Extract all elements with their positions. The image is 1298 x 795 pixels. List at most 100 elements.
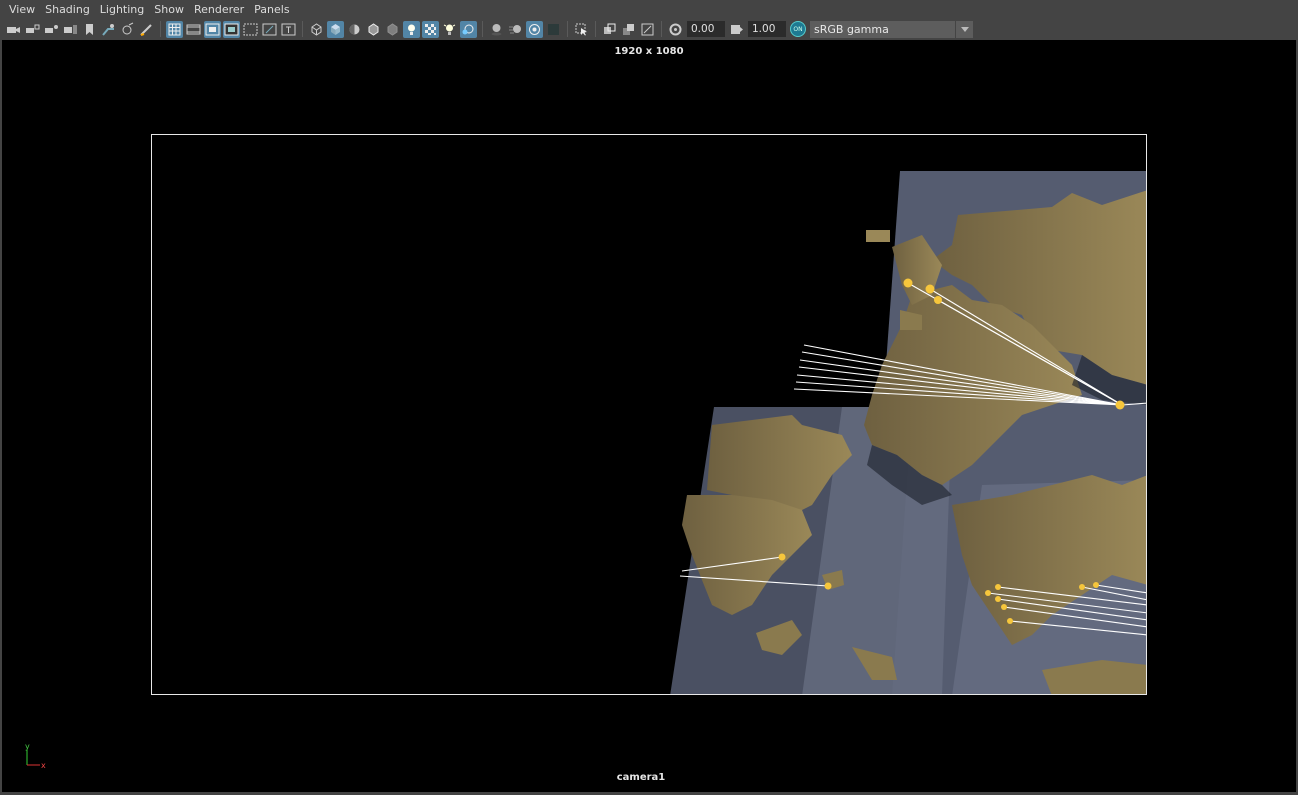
safe-title-icon [281, 23, 296, 35]
wireframe-on-shaded-button[interactable] [365, 21, 382, 38]
city-marker [1093, 582, 1099, 588]
display-layer-button[interactable] [620, 21, 637, 38]
textured-button[interactable] [422, 20, 439, 38]
shadows-button[interactable] [441, 21, 458, 38]
exposure-reset-button[interactable] [667, 21, 684, 38]
field-chart-toggle[interactable] [242, 21, 259, 38]
gate-mask-icon [224, 23, 239, 35]
toolbar-separator [661, 21, 662, 37]
camera-lock-icon [26, 24, 40, 33]
gamma-reset-button[interactable] [728, 21, 745, 38]
menu-lighting[interactable]: Lighting [95, 0, 149, 19]
scene-world-map[interactable] [152, 135, 1147, 695]
resolution-label: 1920 x 1080 [614, 46, 684, 57]
camera-attributes-button[interactable] [43, 21, 60, 38]
lights-icon [408, 24, 415, 35]
select-arrow-icon [575, 23, 587, 35]
resolution-gate-toggle[interactable] [204, 20, 221, 38]
checker-icon [425, 23, 436, 35]
menu-show[interactable]: Show [149, 0, 189, 19]
city-marker [778, 553, 786, 561]
camera-icon [7, 26, 20, 33]
city-marker [934, 296, 942, 304]
ambient-occlusion-button[interactable] [488, 21, 505, 38]
2d-pan-zoom-button[interactable] [100, 21, 117, 38]
safe-title-toggle[interactable] [280, 21, 297, 38]
bookmark-icon [86, 23, 93, 35]
aperture-icon [669, 23, 682, 35]
gamma-field[interactable]: 1.00 [748, 21, 786, 37]
safe-action-icon [262, 23, 277, 35]
default-material-icon [349, 24, 360, 34]
lock-camera-button[interactable] [24, 21, 41, 38]
pencil-icon [140, 23, 152, 36]
pan-zoom-icon [102, 23, 114, 36]
field-chart-icon [243, 23, 258, 35]
camera-name-label: camera1 [616, 772, 666, 783]
camera-attributes-icon [45, 24, 58, 33]
frame-selection-button[interactable] [639, 21, 656, 38]
default-material-button[interactable] [346, 21, 363, 38]
exposure-field[interactable]: 0.00 [687, 21, 725, 37]
xray-icon [387, 22, 398, 36]
city-marker [995, 596, 1001, 602]
panel-menubar: View Shading Lighting Show Renderer Pane… [0, 0, 1298, 19]
select-camera-button[interactable] [5, 21, 22, 38]
panel-toolbar: 0.00 1.00 ON sRGB gamma [0, 19, 1298, 39]
city-marker [903, 278, 913, 288]
menu-view[interactable]: View [4, 0, 40, 19]
hud-button[interactable] [573, 21, 590, 38]
pencil-button[interactable] [138, 21, 155, 38]
image-plane-button[interactable] [62, 21, 79, 38]
layers-icon [623, 23, 634, 35]
chevron-down-icon[interactable] [955, 20, 973, 38]
isolate-select-button[interactable] [460, 20, 477, 38]
menu-renderer[interactable]: Renderer [189, 0, 249, 19]
color-management-toggle[interactable]: ON [790, 21, 806, 37]
grease-pencil-button[interactable] [119, 21, 136, 38]
menu-shading[interactable]: Shading [40, 0, 95, 19]
film-gate-toggle[interactable] [185, 21, 202, 38]
view-transform-value: sRGB gamma [814, 22, 889, 36]
grease-pencil-icon [122, 22, 134, 34]
city-marker [985, 590, 991, 596]
smooth-shade-button[interactable] [327, 20, 344, 38]
toolbar-separator [595, 21, 596, 37]
city-marker [995, 584, 1001, 590]
city-marker [1115, 400, 1125, 410]
depth-of-field-icon [548, 23, 559, 35]
grid-toggle[interactable] [166, 20, 183, 38]
multisample-aa-button[interactable] [526, 20, 543, 38]
xray-button[interactable] [384, 21, 401, 38]
city-marker [1007, 618, 1013, 624]
ambient-occlusion-icon [491, 23, 502, 35]
city-marker [1079, 584, 1085, 590]
wireframe-cube-icon [311, 22, 322, 36]
film-gate-icon [186, 24, 201, 34]
axis-gizmo: y x [25, 742, 46, 770]
toolbar-separator [302, 21, 303, 37]
safe-action-toggle[interactable] [261, 21, 278, 38]
antialiasing-icon [529, 23, 540, 35]
viewport-3d[interactable]: 1920 x 1080 y x camera1 [2, 40, 1296, 792]
grid-icon [168, 23, 181, 35]
land-iceland [866, 230, 890, 242]
toolbar-separator [482, 21, 483, 37]
isolate-icon [462, 24, 474, 34]
display-overlap-button[interactable] [601, 21, 618, 38]
motion-blur-icon [509, 24, 521, 33]
wireframe-button[interactable] [308, 21, 325, 38]
bookmark-button[interactable] [81, 21, 98, 38]
resolution-gate [151, 134, 1147, 695]
menu-panels[interactable]: Panels [249, 0, 294, 19]
view-transform-dropdown[interactable]: sRGB gamma [810, 20, 973, 38]
axis-x-label: x [41, 761, 46, 770]
use-all-lights-button[interactable] [403, 20, 420, 38]
gate-mask-toggle[interactable] [223, 20, 240, 38]
depth-of-field-button[interactable] [545, 21, 562, 38]
wireframe-shaded-icon [368, 22, 379, 36]
shaded-cube-icon [331, 23, 340, 35]
motion-blur-button[interactable] [507, 21, 524, 38]
resolution-gate-icon [205, 23, 220, 35]
city-marker [1001, 604, 1007, 610]
